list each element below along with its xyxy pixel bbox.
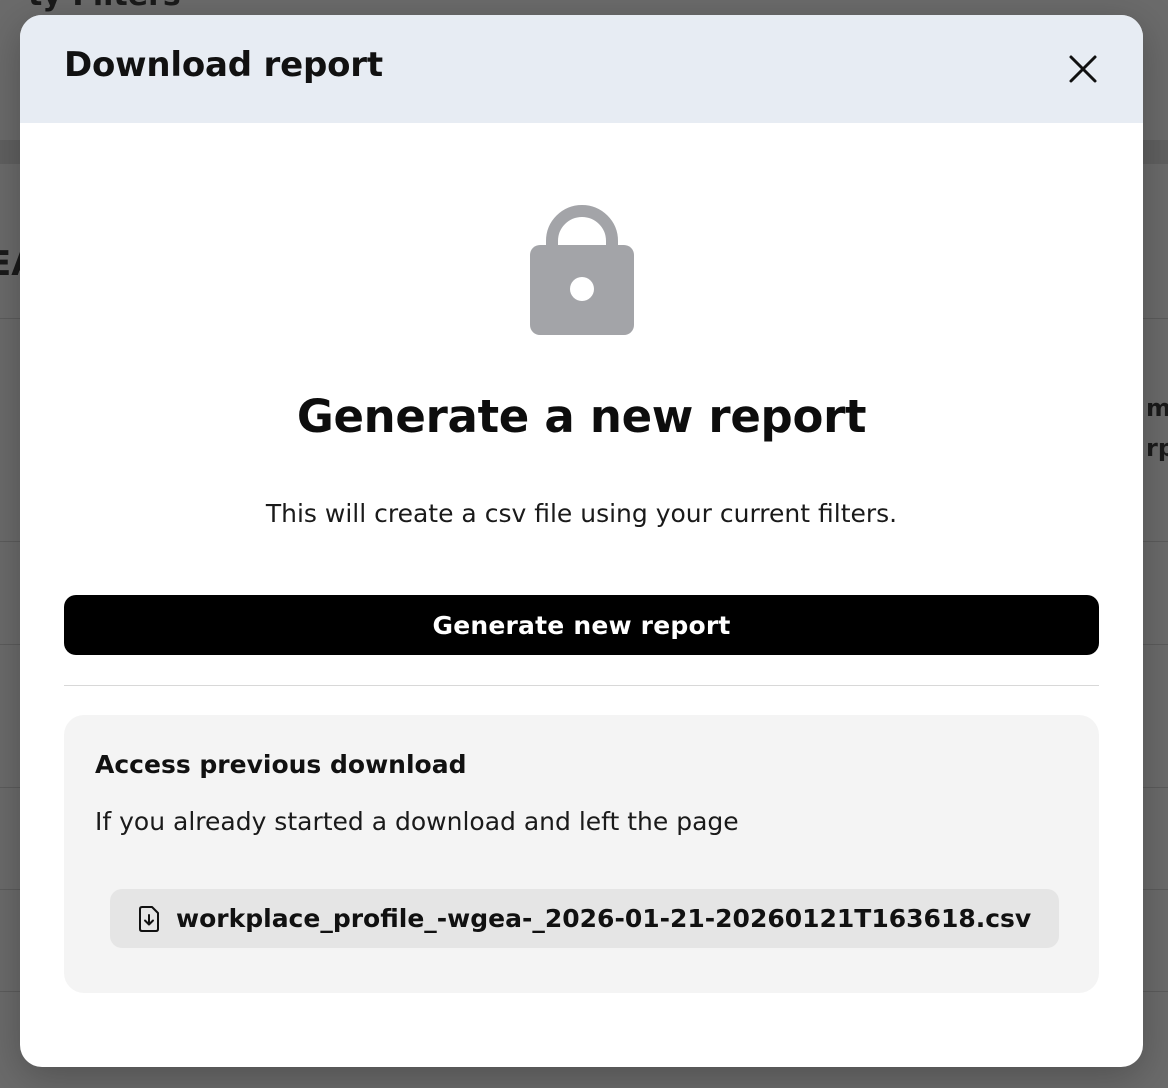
generate-new-report-button[interactable]: Generate new report — [64, 595, 1099, 655]
generate-report-description: This will create a csv file using your c… — [265, 499, 898, 528]
close-button[interactable] — [1065, 51, 1101, 87]
generate-report-heading: Generate a new report — [296, 390, 867, 443]
lock-icon — [530, 205, 634, 335]
section-divider — [64, 685, 1099, 686]
previous-download-heading: Access previous download — [95, 750, 467, 779]
download-report-dialog: Download report Generate a new report Th… — [20, 15, 1143, 1067]
background-column-fragment-1: mp — [1146, 394, 1168, 422]
previous-download-file-link[interactable]: workplace_profile_-wgea-_2026-01-21-2026… — [110, 889, 1059, 948]
background-column-fragment-2: rpo — [1146, 434, 1168, 462]
dialog-header: Download report — [20, 15, 1143, 123]
previous-download-description: If you already started a download and le… — [95, 807, 739, 836]
background-title-fragment: ty Filters — [28, 0, 181, 13]
previous-download-file-name: workplace_profile_-wgea-_2026-01-21-2026… — [176, 904, 1032, 933]
dialog-title: Download report — [64, 45, 383, 85]
previous-download-panel: Access previous download If you already … — [64, 715, 1099, 993]
close-icon — [1069, 55, 1097, 83]
file-download-icon — [139, 905, 159, 932]
